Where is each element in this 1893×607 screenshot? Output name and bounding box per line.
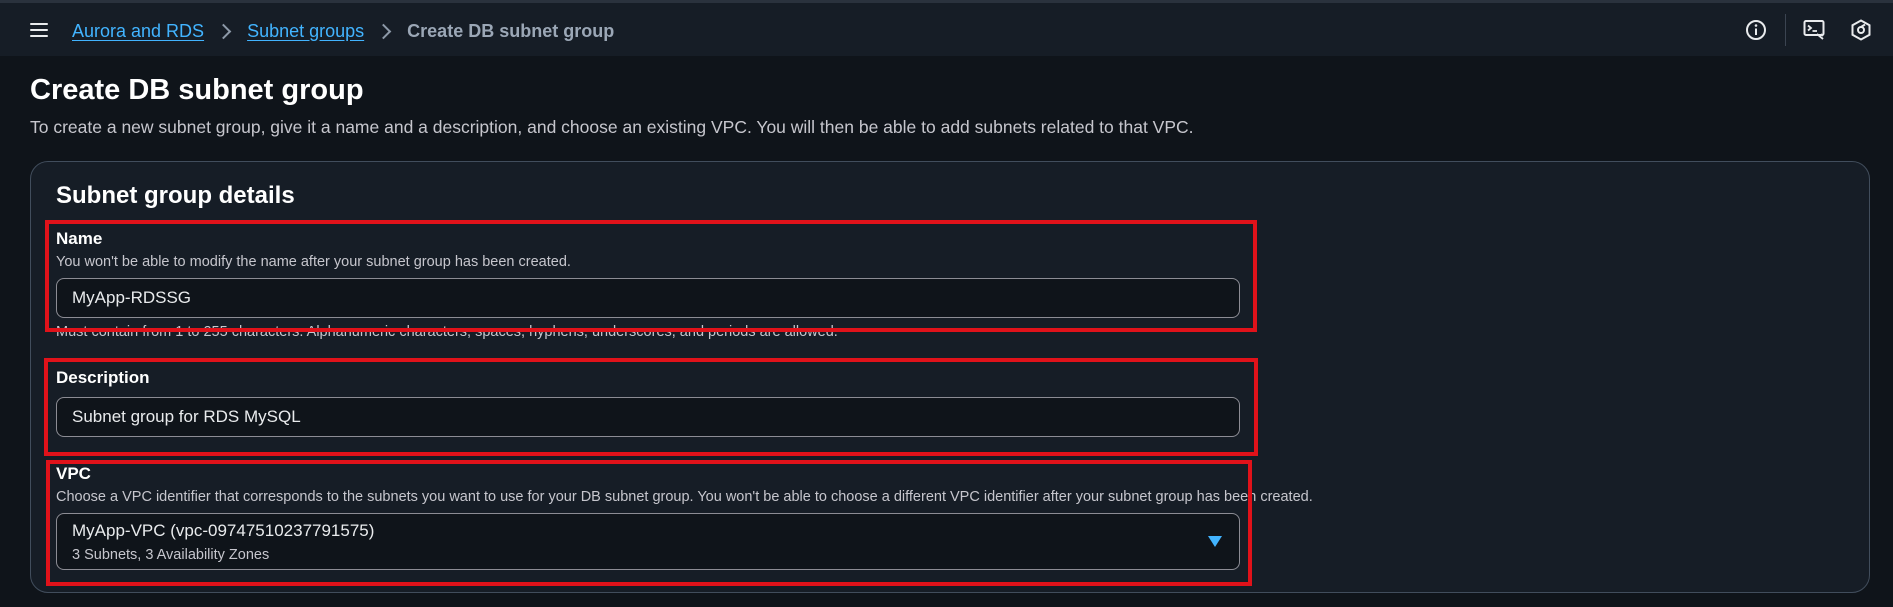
subnet-group-details-panel: Subnet group details Name You won't be a…: [30, 161, 1870, 593]
hamburger-menu-icon[interactable]: [30, 23, 48, 38]
name-constraint-text: Must contain from 1 to 255 characters. A…: [56, 324, 838, 340]
cloudshell-icon[interactable]: [1803, 19, 1825, 41]
description-input[interactable]: [56, 397, 1240, 437]
vpc-select[interactable]: MyApp-VPC (vpc-09747510237791575) 3 Subn…: [56, 513, 1240, 570]
chevron-right-icon: [375, 23, 392, 39]
chevron-right-icon: [215, 23, 232, 39]
breadcrumb-aurora-and-rds[interactable]: Aurora and RDS: [72, 21, 204, 42]
breadcrumb-subnet-groups[interactable]: Subnet groups: [247, 21, 364, 42]
info-icon[interactable]: [1745, 19, 1767, 41]
breadcrumb-current: Create DB subnet group: [407, 20, 615, 41]
name-description: You won't be able to modify the name aft…: [56, 254, 571, 270]
vpc-label: VPC: [56, 464, 91, 483]
name-input[interactable]: [56, 278, 1240, 318]
caret-down-icon: [1208, 536, 1222, 547]
page-title: Create DB subnet group: [30, 74, 364, 106]
name-label: Name: [56, 229, 103, 248]
top-navigation-bar: Aurora and RDS Subnet groups Create DB s…: [0, 0, 1893, 56]
toolbar-divider: [1785, 14, 1786, 46]
page-description: To create a new subnet group, give it a …: [30, 117, 1194, 137]
breadcrumb: Aurora and RDS Subnet groups Create DB s…: [72, 18, 614, 44]
vpc-description: Choose a VPC identifier that corresponds…: [56, 489, 1313, 505]
panel-title: Subnet group details: [56, 182, 295, 209]
description-label: Description: [56, 368, 150, 387]
vpc-selected-value: MyApp-VPC (vpc-09747510237791575): [72, 521, 375, 540]
settings-hex-icon[interactable]: [1850, 19, 1872, 41]
vpc-selected-detail: 3 Subnets, 3 Availability Zones: [72, 547, 270, 563]
